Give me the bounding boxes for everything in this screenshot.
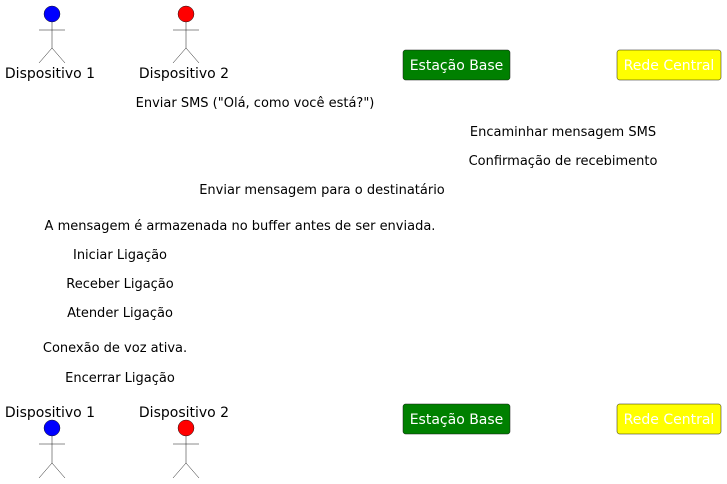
- actor-leg-left: [172, 462, 187, 479]
- message-label: Atender Ligação: [67, 306, 173, 321]
- participant-label: Rede Central: [624, 412, 715, 428]
- participant-dispositivo-2-bottom: Dispositivo 2: [139, 405, 229, 479]
- participant-estacao-base-top: Estação Base: [402, 49, 511, 81]
- participant-label: Dispositivo 1: [5, 66, 95, 82]
- actor-leg-left: [38, 462, 53, 479]
- note-label: Conexão de voz ativa.: [43, 341, 187, 356]
- participant-estacao-base-bottom: Estação Base: [402, 403, 511, 435]
- participant-rede-central-top: Rede Central: [616, 49, 722, 81]
- message-label: Enviar mensagem para o destinatário: [199, 183, 445, 198]
- sequence-diagram: Dispositivo 1 Dispositivo 2 Estação Base…: [5, 5, 722, 479]
- participant-label: Estação Base: [410, 58, 504, 74]
- participant-label: Estação Base: [410, 412, 504, 428]
- actor-leg-right: [185, 462, 200, 479]
- participant-label: Dispositivo 2: [139, 405, 229, 421]
- actor-leg-right: [51, 47, 66, 64]
- actor-head: [177, 5, 195, 23]
- message-label: Confirmação de recebimento: [469, 154, 658, 169]
- actor-leg-right: [51, 462, 66, 479]
- actor-leg-left: [38, 47, 53, 64]
- actor-head: [177, 419, 195, 437]
- message-label: Encerrar Ligação: [65, 371, 175, 386]
- participant-dispositivo-1-bottom: Dispositivo 1: [5, 405, 95, 479]
- participant-dispositivo-1-top: Dispositivo 1: [5, 5, 95, 82]
- message-label: Receber Ligação: [66, 277, 174, 292]
- participant-label: Dispositivo 2: [139, 66, 229, 82]
- participant-label: Dispositivo 1: [5, 405, 95, 421]
- messages: Enviar SMS ("Olá, como você está?") Enca…: [43, 96, 658, 386]
- actor-leg-left: [172, 47, 187, 64]
- actor-head: [43, 5, 61, 23]
- note-label: A mensagem é armazenada no buffer antes …: [45, 219, 436, 234]
- participant-rede-central-bottom: Rede Central: [616, 403, 722, 435]
- message-label: Encaminhar mensagem SMS: [470, 125, 656, 140]
- actor-leg-right: [185, 47, 200, 64]
- participant-label: Rede Central: [624, 58, 715, 74]
- actor-head: [43, 419, 61, 437]
- message-label: Iniciar Ligação: [73, 248, 167, 263]
- message-label: Enviar SMS ("Olá, como você está?"): [136, 96, 375, 111]
- participant-dispositivo-2-top: Dispositivo 2: [139, 5, 229, 82]
